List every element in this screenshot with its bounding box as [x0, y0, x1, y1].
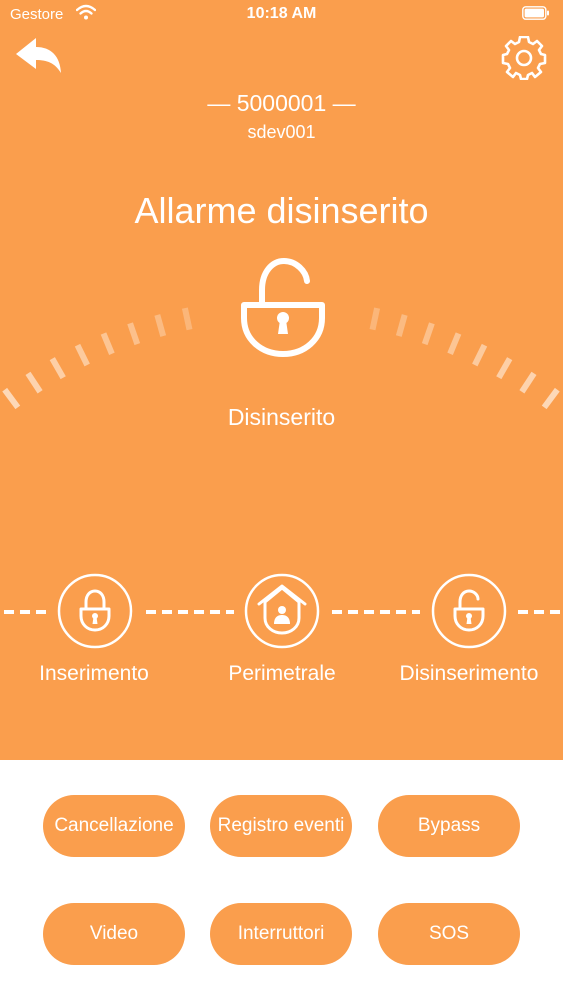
sos-button[interactable]: SOS	[378, 903, 520, 965]
alarm-state-label: Disinserito	[227, 404, 336, 430]
gauge-tick	[496, 357, 513, 380]
home-shield-icon	[244, 573, 320, 649]
gear-icon[interactable]	[500, 36, 548, 80]
status-bar: Gestore 10:18 AM	[0, 0, 563, 30]
unlocked-padlock-icon	[431, 573, 507, 649]
device-id: — 5000001 —	[207, 90, 356, 116]
battery-icon	[522, 6, 549, 20]
locked-padlock-icon	[57, 573, 133, 649]
gauge-tick	[395, 314, 408, 337]
mode-inserimento-label[interactable]: Inserimento	[9, 662, 179, 686]
gauge-tick	[100, 332, 115, 355]
gauge-tick	[519, 371, 537, 394]
alarm-status-title: Allarme disinserito	[134, 190, 429, 231]
clock: 10:18 AM	[246, 5, 317, 22]
cancellazione-button[interactable]: Cancellazione	[43, 795, 185, 857]
gauge-tick	[421, 322, 435, 346]
bypass-button[interactable]: Bypass	[378, 795, 520, 857]
back-arrow-icon[interactable]	[14, 36, 64, 78]
gauge-tick	[472, 343, 488, 367]
mode-perimetrale-label[interactable]: Perimetrale	[197, 662, 367, 686]
gauge-tick	[74, 343, 90, 367]
gauge-tick	[25, 371, 43, 394]
gauge-tick	[154, 314, 167, 337]
device-name: sdev001	[247, 122, 316, 142]
gauge-tick	[181, 307, 193, 331]
gauge-tick	[369, 307, 381, 331]
mode-inserimento-button[interactable]	[56, 572, 134, 650]
interruttori-button[interactable]: Interruttori	[210, 903, 352, 965]
gauge-tick	[49, 357, 66, 380]
alarm-status-gauge	[2, 257, 560, 410]
unlocked-padlock-icon	[241, 257, 325, 357]
mode-disinserimento-button[interactable]	[430, 572, 508, 650]
video-button[interactable]: Video	[43, 903, 185, 965]
mode-perimetrale-button[interactable]	[243, 572, 321, 650]
mode-disinserimento-label[interactable]: Disinserimento	[384, 662, 554, 686]
gauge-tick	[127, 322, 141, 346]
gauge-tick	[447, 332, 462, 355]
registro-eventi-button[interactable]: Registro eventi	[210, 795, 352, 857]
